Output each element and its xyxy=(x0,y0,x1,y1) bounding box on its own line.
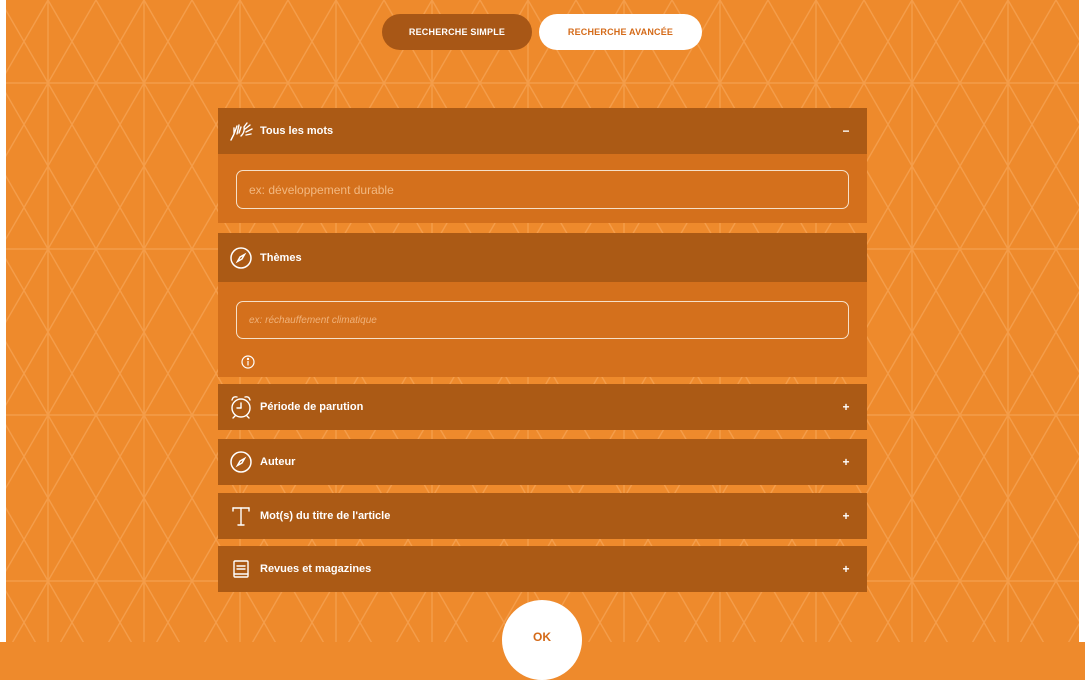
section-period: Période de parution + xyxy=(218,384,867,430)
collapse-icon[interactable]: − xyxy=(839,124,853,138)
ok-button-label: OK xyxy=(533,630,551,644)
section-all-words-header[interactable]: Tous les mots − xyxy=(218,108,867,154)
simple-search-button[interactable]: RECHERCHE SIMPLE xyxy=(382,14,532,50)
right-edge xyxy=(1079,0,1085,642)
section-journals-header[interactable]: Revues et magazines + xyxy=(218,546,867,592)
search-mode-toggle: RECHERCHE SIMPLE RECHERCHE AVANCÉE xyxy=(382,14,702,50)
section-all-words-body xyxy=(218,154,867,223)
section-themes-title: Thèmes xyxy=(260,251,302,264)
section-article-title-header[interactable]: Mot(s) du titre de l'article + xyxy=(218,493,867,539)
text-t-icon xyxy=(228,503,254,529)
all-words-input[interactable] xyxy=(236,170,849,209)
expand-icon[interactable]: + xyxy=(839,455,853,469)
section-article-title-title: Mot(s) du titre de l'article xyxy=(260,510,391,522)
section-author-header[interactable]: Auteur + xyxy=(218,439,867,485)
section-all-words-title: Tous les mots xyxy=(260,125,334,137)
compass-icon xyxy=(228,245,254,271)
compass-icon xyxy=(228,449,254,475)
section-themes-header[interactable]: Thèmes xyxy=(218,233,867,282)
section-period-header[interactable]: Période de parution + xyxy=(218,384,867,430)
themes-input[interactable] xyxy=(236,301,849,339)
advanced-search-button[interactable]: RECHERCHE AVANCÉE xyxy=(539,14,702,50)
section-period-title: Période de parution xyxy=(260,401,364,413)
book-icon xyxy=(228,556,254,582)
expand-icon[interactable]: + xyxy=(839,562,853,576)
section-journals-title: Revues et magazines xyxy=(260,563,372,575)
expand-icon[interactable]: + xyxy=(839,509,853,523)
info-icon[interactable] xyxy=(241,355,255,369)
expand-icon[interactable]: + xyxy=(839,400,853,414)
section-themes: Thèmes xyxy=(218,233,867,377)
section-themes-body xyxy=(218,282,867,377)
ok-button[interactable]: OK xyxy=(502,600,582,680)
section-author-title: Auteur xyxy=(260,456,296,468)
left-edge xyxy=(0,0,6,642)
alarm-clock-icon xyxy=(228,394,254,420)
section-journals: Revues et magazines + xyxy=(218,546,867,592)
hands-icon xyxy=(228,118,254,144)
section-article-title: Mot(s) du titre de l'article + xyxy=(218,493,867,539)
section-author: Auteur + xyxy=(218,439,867,485)
section-all-words: Tous les mots − xyxy=(218,108,867,223)
